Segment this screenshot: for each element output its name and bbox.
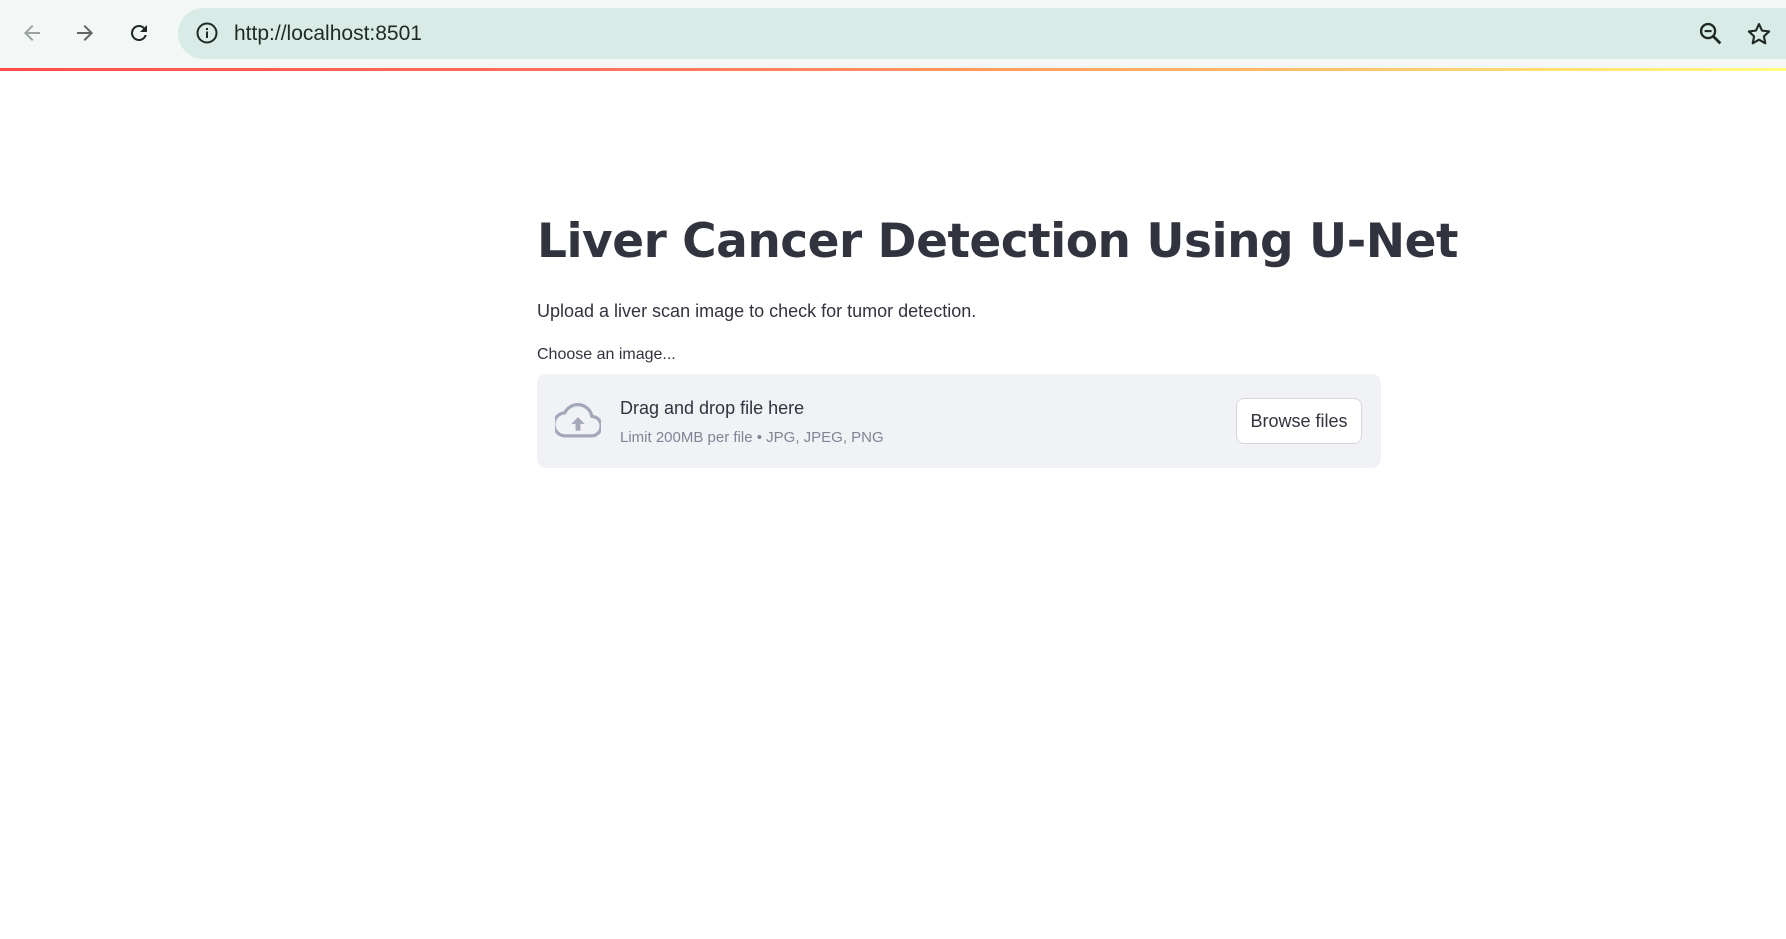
- file-dropzone[interactable]: Drag and drop file here Limit 200MB per …: [537, 374, 1381, 468]
- zoom-icon[interactable]: [1697, 20, 1725, 48]
- info-icon[interactable]: [194, 20, 220, 46]
- title-row: Liver Cancer Detection Using U-Net: [537, 200, 1458, 284]
- arrow-right-icon: [77, 25, 93, 41]
- address-bar[interactable]: http://localhost:8501: [178, 8, 1786, 59]
- uploader-label: Choose an image...: [537, 346, 676, 363]
- reload-icon: [130, 24, 147, 41]
- dropzone-limits: Limit 200MB per file • JPG, JPEG, PNG: [620, 429, 884, 446]
- arrow-left-icon: [24, 25, 40, 41]
- reload-button[interactable]: [119, 13, 159, 53]
- browser-toolbar: http://localhost:8501: [0, 0, 1786, 68]
- dropzone-title: Drag and drop file here: [620, 398, 805, 418]
- app-header-accent-bar: [0, 68, 1786, 71]
- forward-button[interactable]: [65, 13, 105, 53]
- back-button[interactable]: [12, 13, 52, 53]
- main-content: Liver Cancer Detection Using U-Net Uploa…: [537, 200, 1458, 468]
- bookmark-star-icon[interactable]: [1745, 20, 1773, 48]
- cloud-upload-icon: [555, 403, 601, 438]
- page-title: Liver Cancer Detection Using U-Net: [537, 214, 1458, 269]
- page-subtitle: Upload a liver scan image to check for t…: [537, 301, 977, 321]
- url-text[interactable]: http://localhost:8501: [234, 21, 422, 47]
- browse-files-button[interactable]: Browse files: [1236, 398, 1362, 444]
